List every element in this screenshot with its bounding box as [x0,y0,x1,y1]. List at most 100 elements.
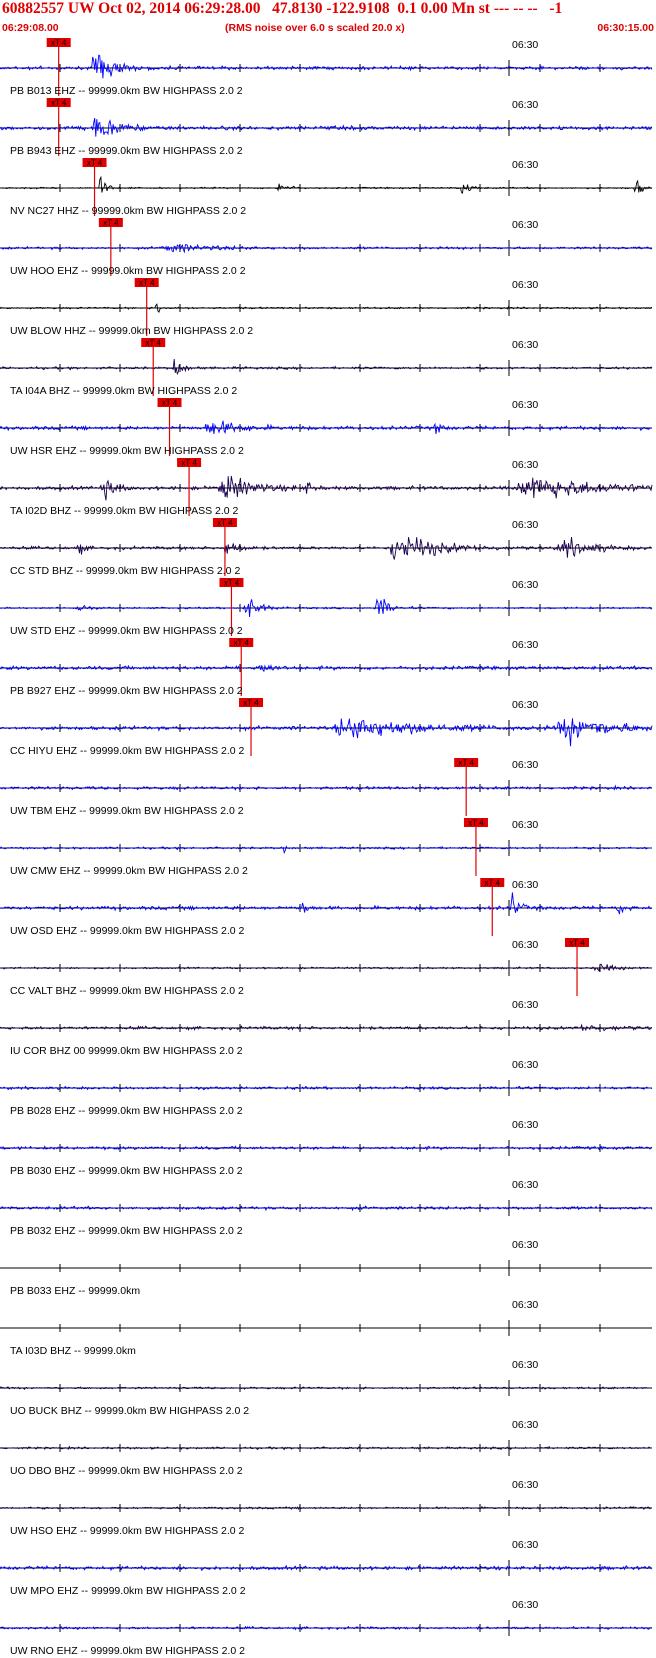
trace-row: xT 4 06:30 UW HOO EHZ -- 99999.0km BW HIGH… [0,218,653,277]
trace-time-label: 06:30 [512,1539,538,1551]
station-label: UW HOO EHZ -- 99999.0km BW HIGHPASS 2.0 … [10,265,246,277]
trace-time-label: 06:30 [512,639,538,651]
trace-time-label: 06:30 [512,1179,538,1191]
trace-time-label: 06:30 [512,1359,538,1371]
waveform [0,54,653,79]
trace-time-label: 06:30 [512,339,538,351]
trace-time-label: 06:30 [512,879,538,891]
station-label: TA I02D BHZ -- 99999.0km BW HIGHPASS 2.0… [10,505,239,517]
waveform [0,1145,653,1151]
station-label: CC HIYU EHZ -- 99999.0km BW HIGHPASS 2.0… [10,745,245,757]
pick-label: xT 4 [569,939,585,948]
pick-label: xT 4 [51,99,67,108]
trace-row: xT 4 06:30 CC HIYU EHZ -- 99999.0km BW HIG… [0,698,653,757]
pick-label: xT 4 [243,699,259,708]
trace-row: xT 4 06:30 PB B943 EHZ -- 99999.0km BW HIG… [0,98,653,157]
waveform [0,420,653,435]
station-label: PB B028 EHZ -- 99999.0km BW HIGHPASS 2.0… [10,1105,243,1117]
trace-row: 06:30 UW RNO EHZ -- 99999.0km BW HIGHPASS… [0,1599,653,1657]
pick-label: xT 4 [162,399,178,408]
waveform [0,718,653,747]
waveform [0,845,653,855]
trace-time-label: 06:30 [512,939,538,951]
station-label: CC VALT BHZ -- 99999.0km BW HIGHPASS 2.0… [10,985,244,997]
station-label: UW CMW EHZ -- 99999.0km BW HIGHPASS 2.0 … [10,865,248,877]
trace-row: 06:30 UO BUCK BHZ -- 99999.0km BW HIGHPAS… [0,1359,653,1417]
station-label: PB B927 EHZ -- 99999.0km BW HIGHPASS 2.0… [10,685,243,697]
trace-row: xT 4 06:30 UW OSD EHZ -- 99999.0km BW HIGH… [0,878,653,937]
trace-row: xT 4 06:30 UW TBM EHZ -- 99999.0km BW HIGH… [0,758,653,817]
trace-row: xT 4 06:30 TA I02D BHZ -- 99999.0km BW HIG… [0,458,653,517]
pick-label: xT 4 [234,639,250,648]
trace-row: xT 4 06:30 UW BLOW HHZ -- 99999.0km BW HIG… [0,278,653,337]
trace-time-label: 06:30 [512,279,538,291]
trace-row: 06:30 UW MPO EHZ -- 99999.0km BW HIGHPASS… [0,1539,653,1597]
trace-row: 06:30 TA I03D BHZ -- 99999.0km [0,1299,652,1357]
trace-row: xT 4 06:30 PB B013 EHZ -- 99999.0km BW HIG… [0,38,653,97]
station-label: UW HSR EHZ -- 99999.0km BW HIGHPASS 2.0 … [10,445,244,457]
station-label: UW RNO EHZ -- 99999.0km BW HIGHPASS 2.0 … [10,1645,245,1657]
station-label: TA I03D BHZ -- 99999.0km [10,1345,136,1357]
station-label: UW OSD EHZ -- 99999.0km BW HIGHPASS 2.0 … [10,925,245,937]
trace-time-label: 06:30 [512,579,538,591]
station-label: PB B032 EHZ -- 99999.0km BW HIGHPASS 2.0… [10,1225,243,1237]
waveform [0,1445,652,1451]
trace-row: xT 4 06:30 UW STD EHZ -- 99999.0km BW HIGH… [0,578,653,637]
trace-time-label: 06:30 [512,1299,538,1311]
trace-time-label: 06:30 [512,1419,538,1431]
trace-row: xT 4 06:30 CC VALT BHZ -- 99999.0km BW HIG… [0,938,653,997]
trace-time-label: 06:30 [512,1599,538,1611]
station-label: PB B943 EHZ -- 99999.0km BW HIGHPASS 2.0… [10,145,243,157]
station-label: UW BLOW HHZ -- 99999.0km BW HIGHPASS 2.0… [10,325,253,337]
trace-time-label: 06:30 [512,519,538,531]
trace-row: xT 4 06:30 NV NC27 HHZ -- 99999.0km BW HIG… [0,158,653,217]
trace-row: 06:30 UW HSO EHZ -- 99999.0km BW HIGHPASS… [0,1479,653,1537]
trace-time-label: 06:30 [512,819,538,831]
pick-label: xT 4 [217,519,233,528]
pick-label: xT 4 [103,219,119,228]
pick-label: xT 4 [181,459,197,468]
waveform [0,175,653,194]
trace-time-label: 06:30 [512,1239,538,1251]
trace-row: xT 4 06:30 UW CMW EHZ -- 99999.0km BW HIGH… [0,818,653,877]
trace-time-label: 06:30 [512,1119,538,1131]
trace-row: 06:30 PB B033 EHZ -- 99999.0km [0,1239,652,1297]
pick-label: xT 4 [146,339,162,348]
waveform [0,118,653,137]
trace-time-label: 06:30 [512,699,538,711]
trace-time-label: 06:30 [512,219,538,231]
trace-row: 06:30 IU COR BHZ 00 99999.0km BW HIGHPASS… [0,999,653,1057]
station-label: NV NC27 HHZ -- 99999.0km BW HIGHPASS 2.0… [10,205,246,217]
trace-time-label: 06:30 [512,399,538,411]
station-label: UW HSO EHZ -- 99999.0km BW HIGHPASS 2.0 … [10,1525,245,1537]
station-label: UW TBM EHZ -- 99999.0km BW HIGHPASS 2.0 … [10,805,244,817]
waveform [0,1564,653,1572]
trace-row: 06:30 PB B030 EHZ -- 99999.0km BW HIGHPAS… [0,1119,653,1177]
station-label: PB B013 EHZ -- 99999.0km BW HIGHPASS 2.0… [10,85,243,97]
trace-time-label: 06:30 [512,1479,538,1491]
trace-time-label: 06:30 [512,759,538,771]
pick-label: xT 4 [458,759,474,768]
seismogram-panel: xT 4 06:30 PB B013 EHZ -- 99999.0km BW HIG… [0,38,653,1657]
station-label: PB B033 EHZ -- 99999.0km [10,1285,140,1297]
station-label: PB B030 EHZ -- 99999.0km BW HIGHPASS 2.0… [10,1165,243,1177]
trace-row: xT 4 06:30 UW HSR EHZ -- 99999.0km BW HIGH… [0,398,653,457]
pick-label: xT 4 [224,579,240,588]
trace-row: xT 4 06:30 TA I04A BHZ -- 99999.0km BW HIG… [0,338,653,397]
pick-label: xT 4 [51,39,67,48]
station-label: UW MPO EHZ -- 99999.0km BW HIGHPASS 2.0 … [10,1585,246,1597]
station-label: IU COR BHZ 00 99999.0km BW HIGHPASS 2.0 … [10,1045,243,1057]
station-label: CC STD BHZ -- 99999.0km BW HIGHPASS 2.0 … [10,565,240,577]
station-label: UO BUCK BHZ -- 99999.0km BW HIGHPASS 2.0… [10,1405,249,1417]
trace-row: 06:30 PB B032 EHZ -- 99999.0km BW HIGHPAS… [0,1179,653,1237]
trace-row: 06:30 PB B028 EHZ -- 99999.0km BW HIGHPAS… [0,1059,653,1117]
trace-time-label: 06:30 [512,459,538,471]
pick-label: xT 4 [485,879,501,888]
waveform [0,358,653,376]
trace-time-label: 06:30 [512,999,538,1011]
pick-label: xT 4 [139,279,155,288]
pick-label: xT 4 [468,819,484,828]
station-label: UO DBO BHZ -- 99999.0km BW HIGHPASS 2.0 … [10,1465,243,1477]
trace-row: xT 4 06:30 CC STD BHZ -- 99999.0km BW HIGH… [0,518,653,577]
trace-time-label: 06:30 [512,1059,538,1071]
